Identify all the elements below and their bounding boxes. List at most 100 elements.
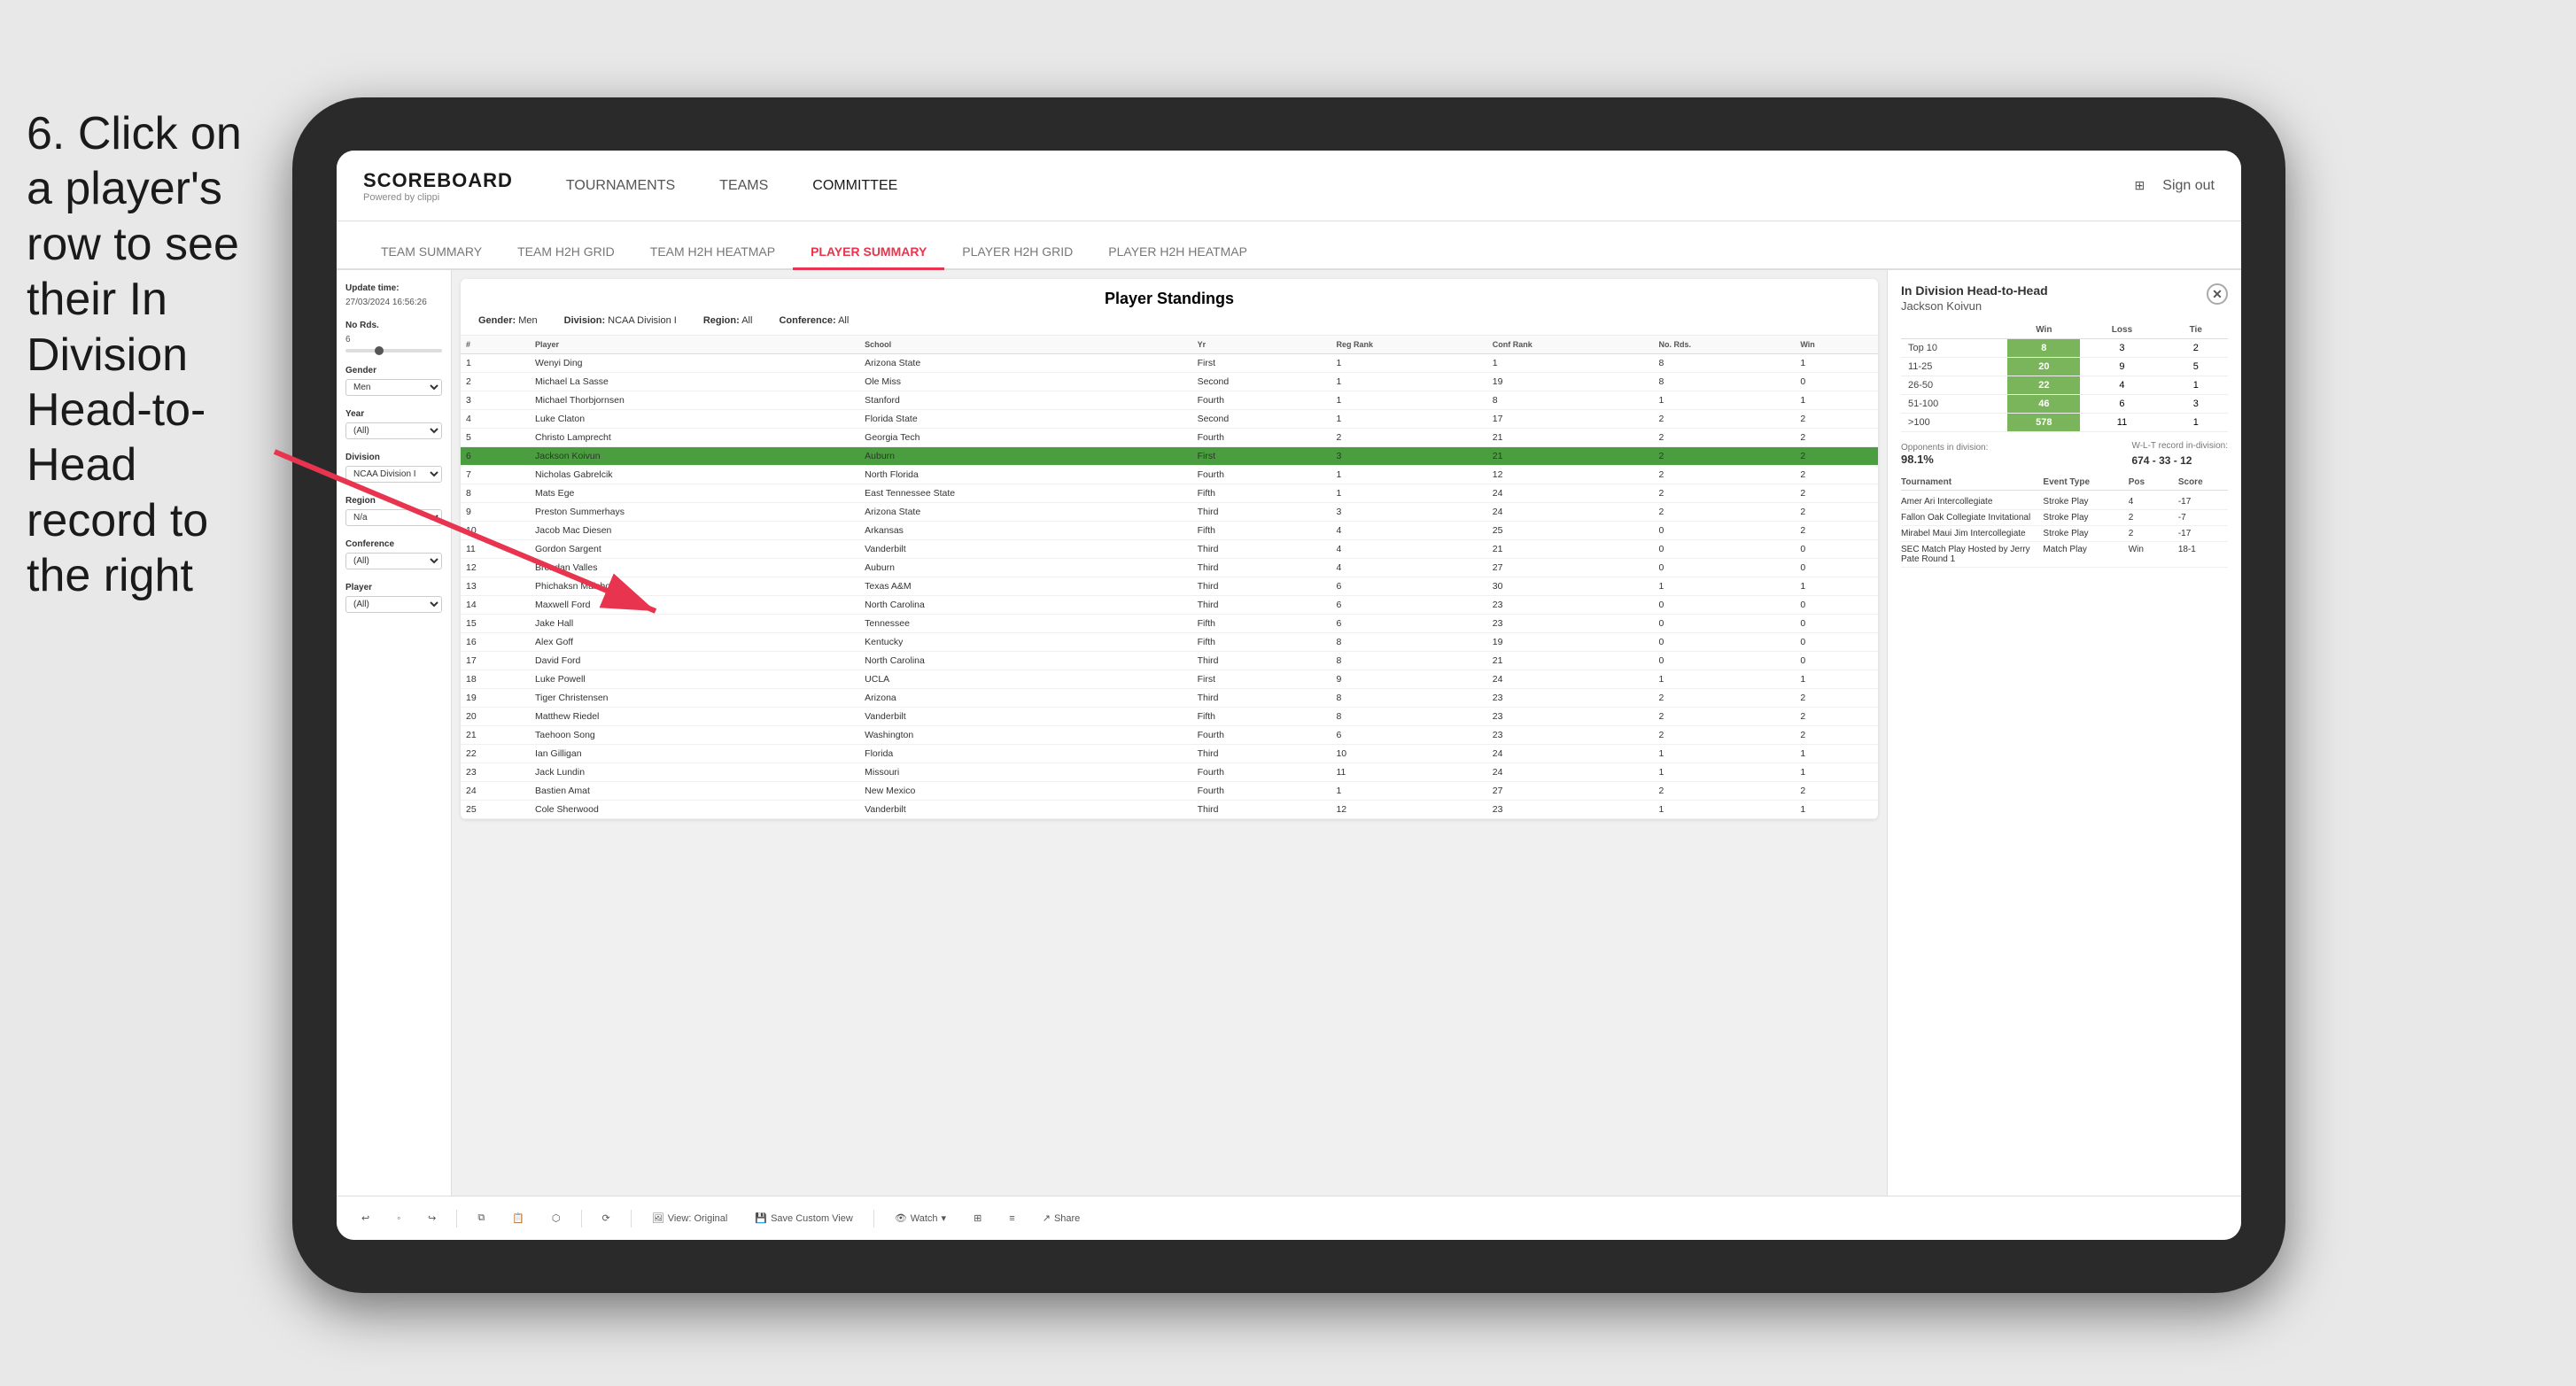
tourn-col-type: Event Type	[2043, 477, 2128, 487]
tournament-row: Fallon Oak Collegiate Invitational Strok…	[1901, 510, 2228, 526]
cell-no-rds: 2	[1654, 689, 1796, 708]
tournament-list: Tournament Event Type Pos Score Amer Ari…	[1901, 477, 2228, 568]
table-row[interactable]: 5 Christo Lamprecht Georgia Tech Fourth …	[461, 429, 1878, 447]
toolbar-icon-2[interactable]: ≡	[1002, 1210, 1021, 1227]
sign-out-link[interactable]: Sign out	[2162, 174, 2215, 198]
col-reg-rank: Reg Rank	[1331, 336, 1486, 354]
table-row[interactable]: 11 Gordon Sargent Vanderbilt Third 4 21 …	[461, 540, 1878, 559]
table-row[interactable]: 7 Nicholas Gabrelcik North Florida Fourt…	[461, 466, 1878, 484]
tab-team-h2h-heatmap[interactable]: TEAM H2H HEATMAP	[632, 236, 793, 270]
table-row[interactable]: 21 Taehoon Song Washington Fourth 6 23 2…	[461, 726, 1878, 745]
table-row[interactable]: 20 Matthew Riedel Vanderbilt Fifth 8 23 …	[461, 708, 1878, 726]
table-row[interactable]: 22 Ian Gilligan Florida Third 10 24 1 1	[461, 745, 1878, 763]
division-select[interactable]: NCAA Division I	[345, 466, 442, 483]
tab-player-h2h-heatmap[interactable]: PLAYER H2H HEATMAP	[1090, 236, 1265, 270]
gender-select[interactable]: Men	[345, 379, 442, 396]
nav-committee[interactable]: COMMITTEE	[812, 174, 897, 198]
table-header-row: # Player School Yr Reg Rank Conf Rank No…	[461, 336, 1878, 354]
logo-area: SCOREBOARD Powered by clippi	[363, 169, 513, 203]
redo-btn[interactable]: ↪	[421, 1209, 443, 1227]
cell-yr: Fourth	[1192, 429, 1331, 447]
cell-school: Kentucky	[859, 633, 1191, 652]
view-original-btn[interactable]: 🖼 View: Original	[645, 1209, 735, 1227]
watch-btn[interactable]: 👁 Watch ▾	[888, 1209, 953, 1227]
share-btn[interactable]: ↗ Share	[1036, 1209, 1088, 1227]
cell-no-rds: 2	[1654, 429, 1796, 447]
nav-teams[interactable]: TEAMS	[719, 174, 768, 198]
table-row[interactable]: 25 Cole Sherwood Vanderbilt Third 12 23 …	[461, 801, 1878, 819]
table-row[interactable]: 1 Wenyi Ding Arizona State First 1 1 8 1	[461, 354, 1878, 373]
cell-school: Arizona State	[859, 503, 1191, 522]
cell-no-rds: 2	[1654, 447, 1796, 466]
cell-school: Missouri	[859, 763, 1191, 782]
table-row[interactable]: 13 Phichaksn Maichon Texas A&M Third 6 3…	[461, 577, 1878, 596]
cell-no-rds: 8	[1654, 354, 1796, 373]
col-conf-rank: Conf Rank	[1487, 336, 1654, 354]
more-btn[interactable]: ⬡	[545, 1209, 568, 1227]
cell-win: 0	[1795, 559, 1878, 577]
cell-no-rds: 1	[1654, 391, 1796, 410]
table-row[interactable]: 17 David Ford North Carolina Third 8 21 …	[461, 652, 1878, 670]
copy-btn[interactable]: ⧉	[470, 1209, 492, 1227]
table-row[interactable]: 23 Jack Lundin Missouri Fourth 11 24 1 1	[461, 763, 1878, 782]
tab-team-summary[interactable]: TEAM SUMMARY	[363, 236, 500, 270]
h2h-tie-cell: 2	[2164, 339, 2228, 358]
table-row[interactable]: 2 Michael La Sasse Ole Miss Second 1 19 …	[461, 373, 1878, 391]
no-rds-value: 6	[345, 335, 351, 345]
h2h-rank-label: 26-50	[1901, 376, 2007, 395]
cell-yr: Fourth	[1192, 391, 1331, 410]
cell-school: Arizona	[859, 689, 1191, 708]
nav-tournaments[interactable]: TOURNAMENTS	[566, 174, 675, 198]
table-row[interactable]: 10 Jacob Mac Diesen Arkansas Fifth 4 25 …	[461, 522, 1878, 540]
cell-school: Ole Miss	[859, 373, 1191, 391]
table-row[interactable]: 24 Bastien Amat New Mexico Fourth 1 27 2…	[461, 782, 1878, 801]
h2h-tie-cell: 1	[2164, 414, 2228, 432]
cell-conf-rank: 24	[1487, 763, 1654, 782]
tourn-pos: 4	[2129, 497, 2178, 507]
cell-player: Jackson Koivun	[530, 447, 859, 466]
year-select[interactable]: (All)	[345, 422, 442, 439]
region-select[interactable]: N/a	[345, 509, 442, 526]
table-row[interactable]: 8 Mats Ege East Tennessee State Fifth 1 …	[461, 484, 1878, 503]
table-row[interactable]: 4 Luke Claton Florida State Second 1 17 …	[461, 410, 1878, 429]
cell-yr: Third	[1192, 540, 1331, 559]
save-custom-view-btn[interactable]: 💾 Save Custom View	[748, 1209, 859, 1227]
table-row[interactable]: 6 Jackson Koivun Auburn First 3 21 2 2	[461, 447, 1878, 466]
refresh-btn[interactable]: ⟳	[595, 1209, 617, 1227]
h2h-close-button[interactable]: ✕	[2207, 283, 2228, 305]
col-no-rds: No. Rds.	[1654, 336, 1796, 354]
toolbar-icon-1[interactable]: ⊞	[966, 1209, 989, 1227]
table-row[interactable]: 12 Brendan Valles Auburn Third 4 27 0 0	[461, 559, 1878, 577]
tab-team-h2h-grid[interactable]: TEAM H2H GRID	[500, 236, 632, 270]
cell-rank: 18	[461, 670, 530, 689]
tourn-type: Stroke Play	[2043, 529, 2128, 538]
conference-select[interactable]: (All)	[345, 553, 442, 569]
cell-school: Arkansas	[859, 522, 1191, 540]
cell-reg-rank: 6	[1331, 596, 1486, 615]
table-row[interactable]: 14 Maxwell Ford North Carolina Third 6 2…	[461, 596, 1878, 615]
paste-btn[interactable]: 📋	[505, 1209, 531, 1227]
tourn-col-pos: Pos	[2129, 477, 2178, 487]
cell-school: Tennessee	[859, 615, 1191, 633]
cell-win: 2	[1795, 782, 1878, 801]
cell-no-rds: 1	[1654, 801, 1796, 819]
h2h-row: Top 10 8 3 2	[1901, 339, 2228, 358]
table-row[interactable]: 9 Preston Summerhays Arizona State Third…	[461, 503, 1878, 522]
tab-player-summary[interactable]: PLAYER SUMMARY	[793, 236, 944, 270]
table-row[interactable]: 18 Luke Powell UCLA First 9 24 1 1	[461, 670, 1878, 689]
table-row[interactable]: 3 Michael Thorbjornsen Stanford Fourth 1…	[461, 391, 1878, 410]
h2h-row: 26-50 22 4 1	[1901, 376, 2228, 395]
cell-conf-rank: 21	[1487, 447, 1654, 466]
table-row[interactable]: 16 Alex Goff Kentucky Fifth 8 19 0 0	[461, 633, 1878, 652]
tourn-score: -17	[2178, 529, 2228, 538]
cell-conf-rank: 23	[1487, 708, 1654, 726]
standings-title: Player Standings	[478, 290, 1860, 308]
table-row[interactable]: 19 Tiger Christensen Arizona Third 8 23 …	[461, 689, 1878, 708]
player-select[interactable]: (All)	[345, 596, 442, 613]
undo-btn[interactable]: ↩	[354, 1209, 376, 1227]
tab-player-h2h-grid[interactable]: PLAYER H2H GRID	[944, 236, 1090, 270]
table-row[interactable]: 15 Jake Hall Tennessee Fifth 6 23 0 0	[461, 615, 1878, 633]
h2h-col-loss: Loss	[2080, 321, 2163, 339]
sidebar-filters: Update time: 27/03/2024 16:56:26 No Rds.…	[337, 270, 452, 1196]
cell-win: 0	[1795, 540, 1878, 559]
